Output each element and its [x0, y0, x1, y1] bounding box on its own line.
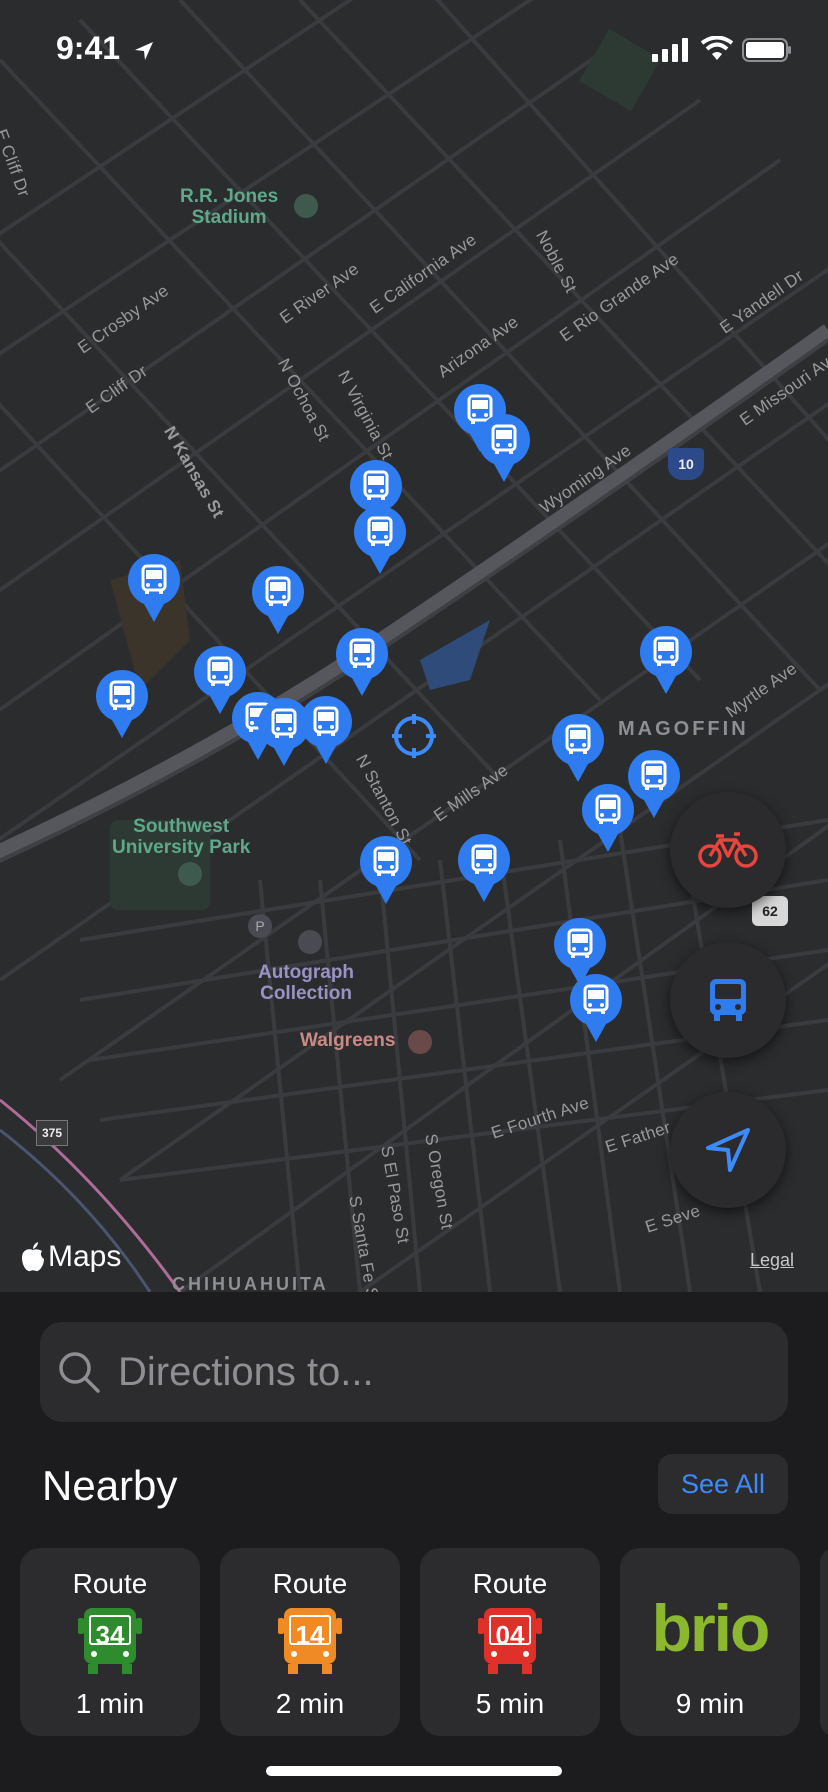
route-number: 34	[95, 1620, 125, 1650]
parking-icon: P	[248, 914, 272, 938]
bus-stop-pin[interactable]	[358, 836, 414, 906]
pharmacy-icon	[408, 1030, 432, 1054]
apple-icon	[22, 1242, 44, 1272]
bus-stop-pin[interactable]	[638, 626, 694, 696]
hotel-icon	[298, 930, 322, 954]
crosshair-icon	[392, 714, 436, 758]
legal-link[interactable]: Legal	[750, 1250, 794, 1271]
battery-icon	[742, 38, 791, 62]
status-bar: 9:41	[0, 0, 828, 100]
route-card[interactable]: Route 04 5 min	[420, 1548, 600, 1736]
location-services-icon	[134, 41, 153, 60]
bus-stop-pin[interactable]	[456, 834, 512, 904]
time-text: 9:41	[56, 30, 121, 66]
route-label: Route	[272, 1568, 348, 1599]
loop-shield: 375	[36, 1120, 68, 1146]
district-label: MAGOFFIN	[618, 718, 749, 740]
location-arrow-icon	[706, 1128, 750, 1172]
route-card-partial[interactable]	[820, 1548, 828, 1736]
route-eta: 1 min	[75, 1688, 145, 1719]
bus-stop-pin[interactable]	[476, 414, 532, 484]
bus-stop-pin[interactable]	[94, 670, 150, 740]
route-card[interactable]: Route 14 2 min	[220, 1548, 400, 1736]
stadium-icon	[294, 194, 318, 218]
park-label: Southwest University Park	[112, 816, 251, 858]
brio-logo: brio	[651, 1591, 771, 1665]
bus-stop-pin[interactable]	[580, 784, 636, 854]
bottom-sheet: Directions to... Nearby See All Route 34…	[0, 1292, 828, 1792]
home-indicator[interactable]	[266, 1766, 562, 1776]
route-number: 14	[295, 1620, 325, 1650]
bus-stop-pin[interactable]	[568, 974, 624, 1044]
maps-logo: Maps	[20, 1240, 121, 1274]
route-eta: 5 min	[475, 1688, 545, 1719]
bus-icon	[710, 979, 746, 1021]
bus-stop-pin[interactable]	[298, 696, 354, 766]
stadium-label: R.R. Jones Stadium	[180, 186, 279, 228]
bus-stop-pin[interactable]	[126, 554, 182, 624]
brio-eta: 9 min	[675, 1688, 745, 1719]
interstate-shield: 10	[668, 448, 704, 480]
bus-layer-button[interactable]	[670, 942, 786, 1058]
maps-label: Maps	[48, 1240, 122, 1273]
district-label: CHIHUAHUITA	[172, 1274, 329, 1292]
see-all-button[interactable]: See All	[658, 1454, 788, 1514]
bike-layer-button[interactable]	[670, 792, 786, 908]
route-bus-badge: 14	[278, 1606, 342, 1676]
route-label: Route	[472, 1568, 548, 1599]
route-label: Route	[72, 1568, 148, 1599]
us-route-shield: 62	[752, 896, 788, 926]
route-bus-badge: 34	[78, 1606, 142, 1676]
locate-me-button[interactable]	[670, 1092, 786, 1208]
search-placeholder: Directions to...	[118, 1349, 374, 1394]
nearby-heading: Nearby	[42, 1462, 178, 1509]
map-view[interactable]: E Cliff Dr E Crosby Ave E Cliff Dr N Kan…	[0, 0, 828, 1292]
route-number: 04	[495, 1620, 525, 1650]
brio-card[interactable]: brio 9 min	[620, 1548, 800, 1736]
pharmacy-label: Walgreens	[300, 1030, 396, 1051]
bicycle-icon	[698, 832, 758, 868]
status-time: 9:41	[56, 30, 155, 67]
wifi-icon	[700, 36, 734, 60]
bus-stop-pin[interactable]	[550, 714, 606, 784]
search-icon	[59, 1352, 100, 1393]
bus-stop-pin[interactable]	[250, 566, 306, 636]
bus-stop-pin[interactable]	[334, 628, 390, 698]
route-eta: 2 min	[275, 1688, 345, 1719]
signal-icon	[652, 38, 688, 62]
hotel-label: Autograph Collection	[258, 962, 355, 1004]
route-card[interactable]: Route 34 1 min	[20, 1548, 200, 1736]
bus-stop-pin[interactable]	[352, 506, 408, 576]
route-bus-badge: 04	[478, 1606, 542, 1676]
park-icon	[178, 862, 202, 886]
directions-search-field[interactable]: Directions to...	[40, 1322, 788, 1422]
